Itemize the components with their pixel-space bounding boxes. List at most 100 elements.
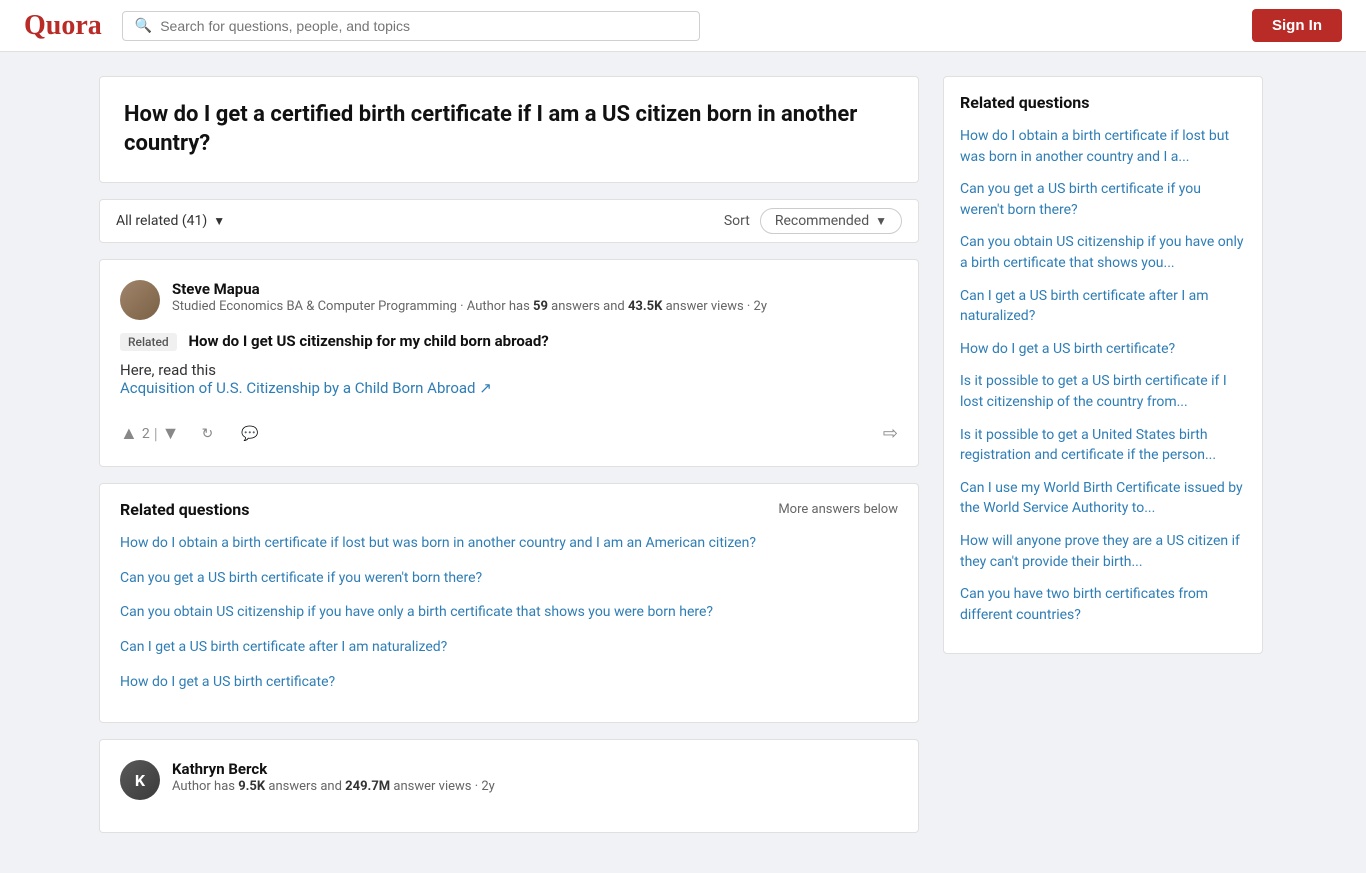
related-question-link-5[interactable]: How do I get a US birth certificate? bbox=[120, 674, 335, 690]
answer-card-1: Steve Mapua Studied Economics BA & Compu… bbox=[99, 259, 919, 467]
list-item: Can I use my World Birth Certificate iss… bbox=[960, 478, 1246, 519]
sidebar-link-2[interactable]: Can you get a US birth certificate if yo… bbox=[960, 181, 1201, 218]
list-item: Can I get a US birth certificate after I… bbox=[960, 286, 1246, 327]
sort-label: Sort bbox=[724, 213, 750, 229]
list-item: Can you get a US birth certificate if yo… bbox=[960, 179, 1246, 220]
author-bio2-text3: answer views · 2y bbox=[393, 779, 494, 794]
sidebar-title: Related questions bbox=[960, 93, 1246, 112]
list-item: Can you obtain US citizenship if you hav… bbox=[120, 602, 898, 623]
filter-bar: All related (41) ▼ Sort Recommended ▼ bbox=[99, 199, 919, 243]
share-icon: ↻ bbox=[201, 425, 213, 442]
related-block-header: Related questions More answers below bbox=[120, 500, 898, 519]
sort-dropdown[interactable]: Recommended ▼ bbox=[760, 208, 902, 234]
upvote-area: ▲ 2 | ▼ bbox=[120, 423, 179, 444]
question-title: How do I get a certified birth certifica… bbox=[124, 101, 894, 158]
avatar-image bbox=[120, 280, 160, 320]
divider-icon: | bbox=[154, 424, 158, 443]
all-related-label: All related (41) bbox=[116, 213, 207, 229]
answer-link-text: Acquisition of U.S. Citizenship by a Chi… bbox=[120, 379, 476, 397]
related-block-title: Related questions bbox=[120, 500, 249, 519]
search-input[interactable] bbox=[160, 18, 687, 34]
answer-count: 59 bbox=[533, 299, 548, 314]
downvote-icon[interactable]: ▼ bbox=[162, 423, 180, 444]
related-question-row: Related How do I get US citizenship for … bbox=[120, 332, 898, 351]
author-row-2: K Kathryn Berck Author has 9.5K answers … bbox=[120, 760, 898, 800]
answer-card-2: K Kathryn Berck Author has 9.5K answers … bbox=[99, 739, 919, 833]
sidebar-link-10[interactable]: Can you have two birth certificates from… bbox=[960, 586, 1208, 623]
related-question-link-2[interactable]: Can you get a US birth certificate if yo… bbox=[120, 570, 482, 586]
comment-icon: 💬 bbox=[241, 425, 258, 442]
related-list: How do I obtain a birth certificate if l… bbox=[120, 533, 898, 692]
author-bio2-text2: answers and bbox=[268, 779, 345, 794]
search-bar: 🔍 bbox=[122, 11, 700, 41]
list-item: How will anyone prove they are a US citi… bbox=[960, 531, 1246, 572]
sidebar: Related questions How do I obtain a birt… bbox=[943, 76, 1263, 849]
author-bio-text1: Studied Economics BA & Computer Programm… bbox=[172, 299, 530, 314]
chevron-down-icon: ▼ bbox=[213, 214, 225, 228]
external-link-icon: ↗ bbox=[479, 379, 492, 397]
author-info: Steve Mapua Studied Economics BA & Compu… bbox=[172, 280, 898, 316]
author-name[interactable]: Steve Mapua bbox=[172, 280, 898, 298]
sidebar-link-3[interactable]: Can you obtain US citizenship if you hav… bbox=[960, 234, 1244, 271]
related-badge: Related bbox=[120, 333, 177, 351]
sign-in-button[interactable]: Sign In bbox=[1252, 9, 1342, 42]
author-info-2: Kathryn Berck Author has 9.5K answers an… bbox=[172, 760, 898, 796]
author-time: 2y bbox=[754, 299, 767, 314]
list-item: How do I obtain a birth certificate if l… bbox=[960, 126, 1246, 167]
related-question-text: How do I get US citizenship for my child… bbox=[188, 332, 548, 350]
avatar-2: K bbox=[120, 760, 160, 800]
answer-body: Here, read this Acquisition of U.S. Citi… bbox=[120, 361, 898, 397]
all-related-dropdown[interactable]: All related (41) ▼ bbox=[116, 213, 225, 229]
answer-count-2: 9.5K bbox=[238, 779, 265, 794]
sidebar-link-9[interactable]: How will anyone prove they are a US citi… bbox=[960, 533, 1240, 570]
sidebar-link-6[interactable]: Is it possible to get a US birth certifi… bbox=[960, 373, 1227, 410]
view-count: 43.5K bbox=[628, 299, 662, 314]
list-item: Is it possible to get a US birth certifi… bbox=[960, 371, 1246, 412]
list-item: How do I obtain a birth certificate if l… bbox=[120, 533, 898, 554]
sidebar-link-4[interactable]: Can I get a US birth certificate after I… bbox=[960, 288, 1209, 325]
author-name-2[interactable]: Kathryn Berck bbox=[172, 760, 898, 778]
search-icon: 🔍 bbox=[135, 18, 152, 34]
list-item: How do I get a US birth certificate? bbox=[960, 339, 1246, 360]
sort-area: Sort Recommended ▼ bbox=[724, 208, 902, 234]
sidebar-link-5[interactable]: How do I get a US birth certificate? bbox=[960, 341, 1175, 357]
upvote-count: 2 bbox=[142, 426, 150, 442]
author-bio-2: Author has 9.5K answers and 249.7M answe… bbox=[172, 778, 898, 796]
main-column: How do I get a certified birth certifica… bbox=[99, 76, 919, 849]
sidebar-link-7[interactable]: Is it possible to get a United States bi… bbox=[960, 427, 1216, 464]
view-count-2: 249.7M bbox=[345, 779, 390, 794]
action-row: ▲ 2 | ▼ ↻ 💬 ⇨ bbox=[120, 411, 898, 446]
list-item: Can I get a US birth certificate after I… bbox=[120, 637, 898, 658]
author-bio-text3: answer views · bbox=[666, 299, 751, 314]
sidebar-link-1[interactable]: How do I obtain a birth certificate if l… bbox=[960, 128, 1229, 165]
list-item: Is it possible to get a United States bi… bbox=[960, 425, 1246, 466]
author-bio2-text1: Author has bbox=[172, 779, 238, 794]
sidebar-list: How do I obtain a birth certificate if l… bbox=[960, 126, 1246, 625]
sort-value: Recommended bbox=[775, 213, 869, 229]
list-item: Can you get a US birth certificate if yo… bbox=[120, 568, 898, 589]
question-card: How do I get a certified birth certifica… bbox=[99, 76, 919, 183]
related-question-link-3[interactable]: Can you obtain US citizenship if you hav… bbox=[120, 604, 713, 620]
quora-logo[interactable]: Quora bbox=[24, 10, 102, 42]
answer-text: Here, read this bbox=[120, 361, 898, 379]
header: Quora 🔍 Sign In bbox=[0, 0, 1366, 52]
author-bio-text2: answers and bbox=[551, 299, 625, 314]
sidebar-card: Related questions How do I obtain a birt… bbox=[943, 76, 1263, 654]
more-answers-label: More answers below bbox=[778, 502, 898, 517]
related-questions-block: Related questions More answers below How… bbox=[99, 483, 919, 723]
comment-button[interactable]: 💬 bbox=[235, 421, 264, 446]
avatar bbox=[120, 280, 160, 320]
related-question-link-1[interactable]: How do I obtain a birth certificate if l… bbox=[120, 535, 756, 551]
forward-icon[interactable]: ⇨ bbox=[883, 423, 898, 444]
list-item: Can you obtain US citizenship if you hav… bbox=[960, 232, 1246, 273]
author-row: Steve Mapua Studied Economics BA & Compu… bbox=[120, 280, 898, 320]
chevron-down-icon: ▼ bbox=[875, 214, 887, 228]
main-container: How do I get a certified birth certifica… bbox=[83, 52, 1283, 873]
related-question-link-4[interactable]: Can I get a US birth certificate after I… bbox=[120, 639, 447, 655]
upvote-icon[interactable]: ▲ bbox=[120, 423, 138, 444]
sidebar-link-8[interactable]: Can I use my World Birth Certificate iss… bbox=[960, 480, 1243, 517]
answer-link[interactable]: Acquisition of U.S. Citizenship by a Chi… bbox=[120, 379, 492, 397]
author-bio: Studied Economics BA & Computer Programm… bbox=[172, 298, 898, 316]
list-item: Can you have two birth certificates from… bbox=[960, 584, 1246, 625]
share-button[interactable]: ↻ bbox=[195, 421, 219, 446]
